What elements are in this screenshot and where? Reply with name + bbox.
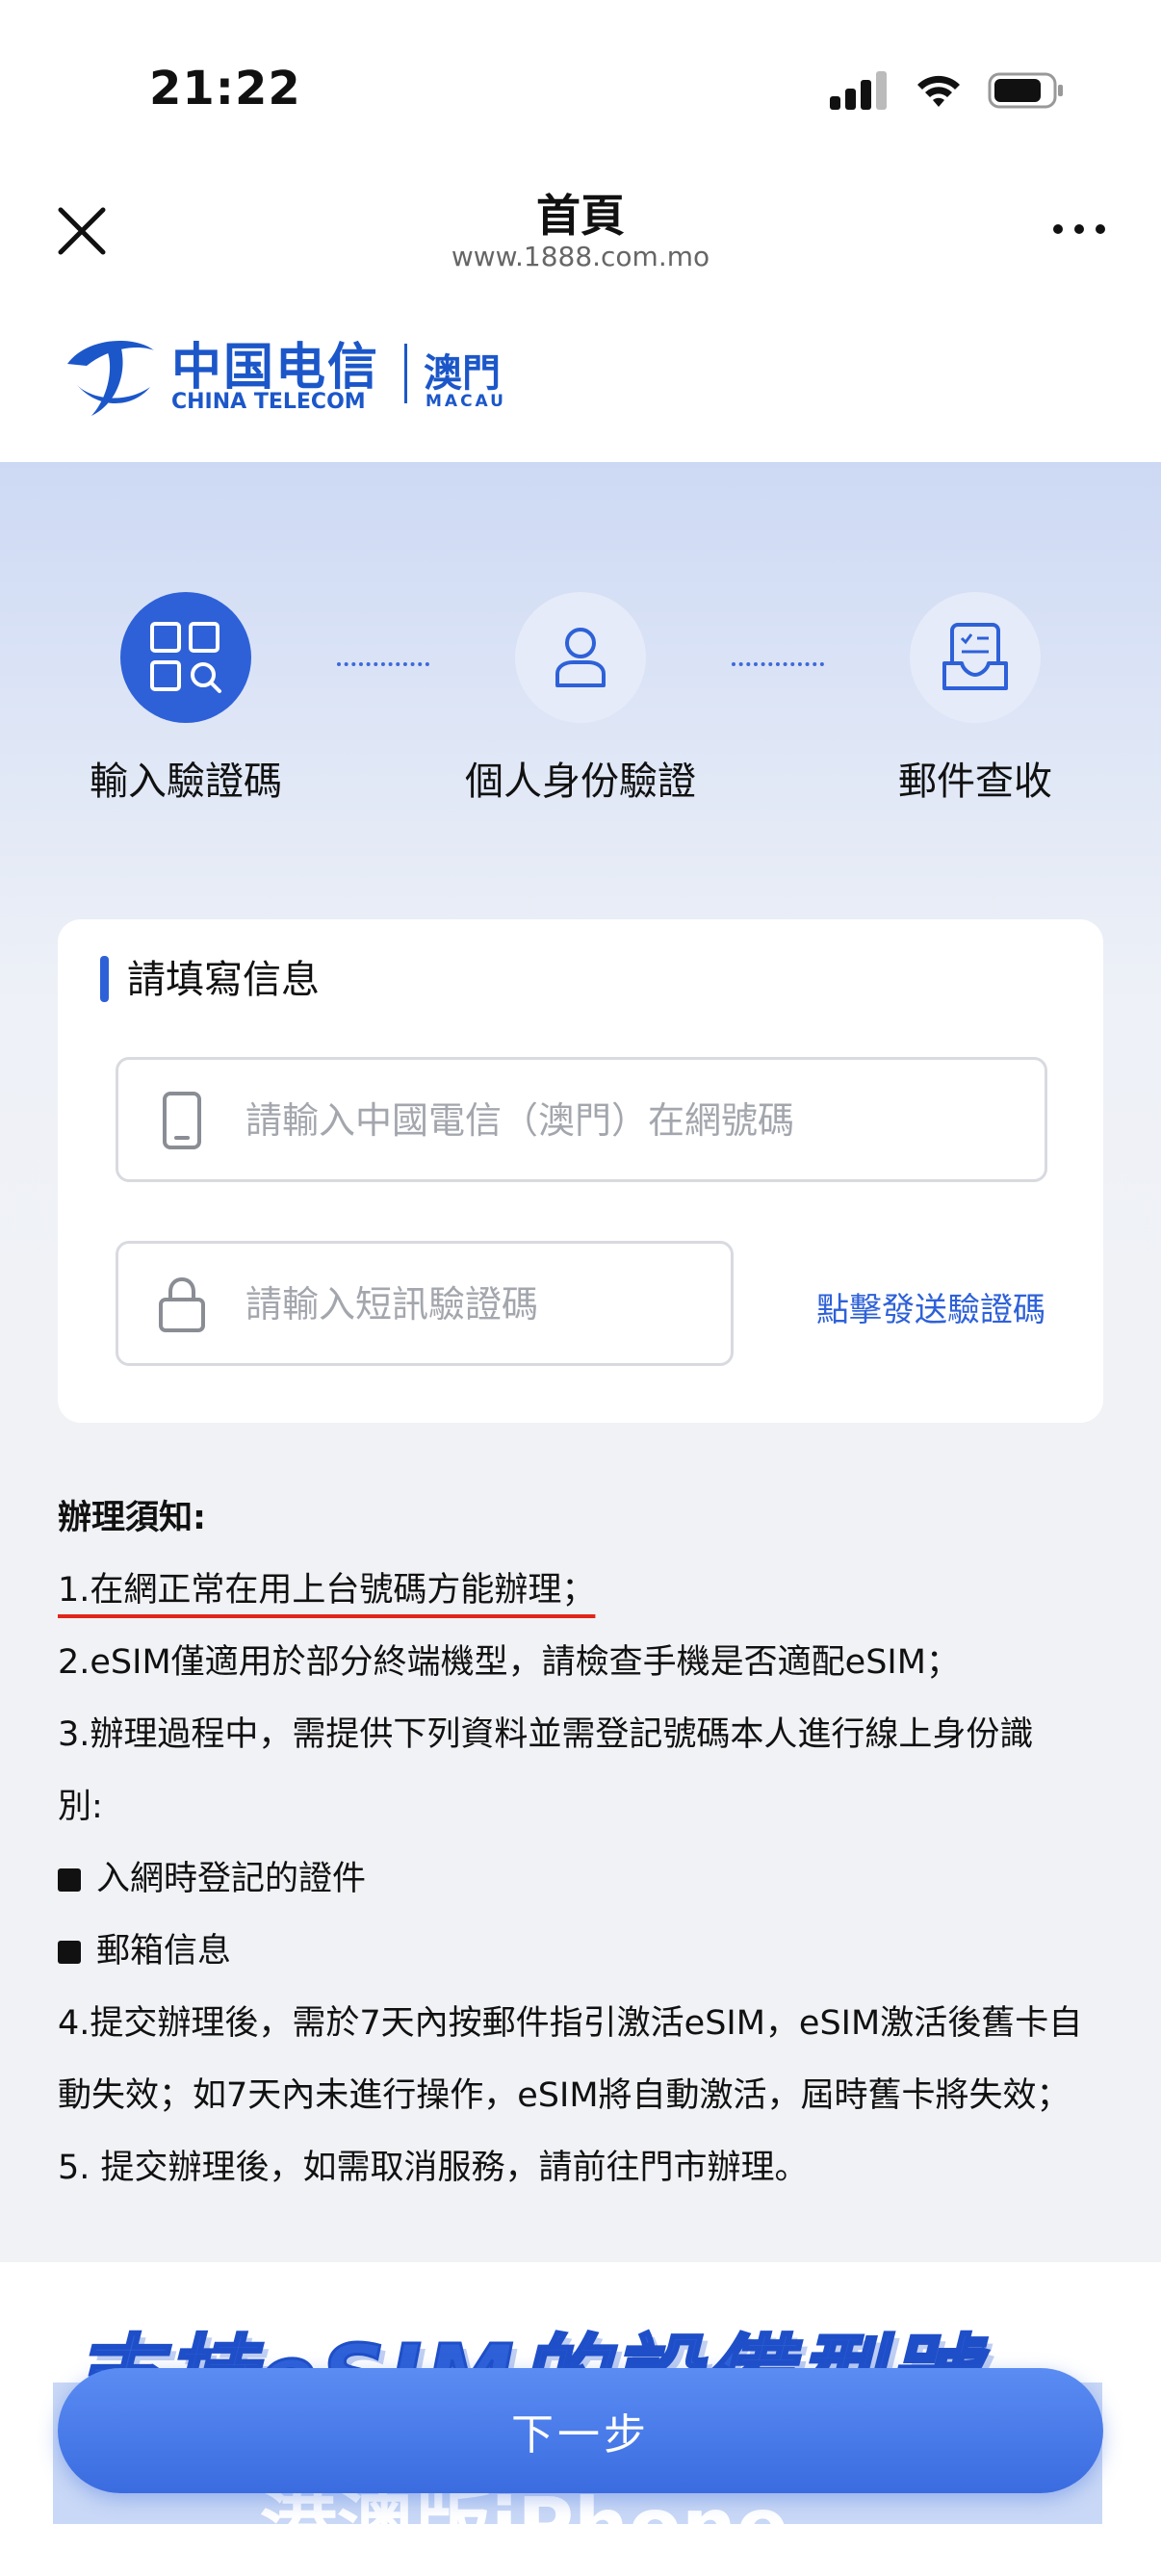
logo-divider [404,344,407,403]
lock-icon [159,1276,205,1332]
step-3-label: 郵件查收 [898,760,1052,804]
notice-item: 別: [58,1788,103,1826]
notice-bullet-text: 郵箱信息 [96,1932,232,1971]
grid-search-icon [150,622,221,693]
step-connector-1 [337,662,429,666]
notice-item-highlight: 1.在網正常在用上台號碼方能辦理； [58,1571,596,1610]
step-1-circle [120,592,251,723]
logo-region-en: MACAU [426,392,506,411]
status-bar: 21:22 [0,0,1161,164]
phone-icon [163,1092,201,1149]
phone-number-field[interactable] [116,1057,1047,1182]
step-2-circle [515,592,646,723]
step-1-label: 輸入驗證碼 [90,760,282,804]
form-title: 請填寫信息 [127,958,320,1002]
notice-item: 動失效；如7天內未進行操作，eSIM將自動激活，屆時舊卡將失效； [58,2076,1071,2115]
section-accent-bar [100,956,109,1002]
notice-item: 5. 提交辦理後，如需取消服務，請前往門市辦理。 [58,2149,809,2187]
sms-code-field[interactable] [116,1241,734,1366]
logo-region-cn: 澳門 [424,351,501,396]
status-time: 21:22 [149,62,301,116]
notice-title: 辦理須知: [58,1499,206,1537]
page-url: www.1888.com.mo [451,241,710,272]
mail-list-icon [942,623,1008,690]
sms-code-input[interactable] [244,1244,710,1365]
wifi-icon [917,75,960,107]
more-options-icon[interactable] [1050,219,1108,239]
notice-item: 1.在網正常在用上台號碼方能辦理； [58,1555,1107,1627]
notice-bullet-item: 入網時登記的證件 [58,1843,1107,1916]
notice-item: 2.eSIM僅適用於部分終端機型，請檢查手機是否適配eSIM； [58,1643,960,1682]
cellular-signal-icon [830,71,887,110]
person-icon [555,628,606,687]
china-telecom-emblem-icon [67,340,154,416]
step-3-circle [910,592,1041,723]
notice-bullet-text: 入網時登記的證件 [96,1860,367,1898]
next-step-button[interactable]: 下一步 [58,2368,1103,2493]
status-icons [830,71,1065,110]
send-code-link[interactable]: 點擊發送驗證碼 [816,1283,1045,1330]
logo-name-cn: 中国电信 [171,339,380,397]
notice-bullet-item: 郵箱信息 [58,1916,1107,1988]
step-identity-verify: 個人身份驗證 [465,592,696,806]
step-connector-2 [732,662,824,666]
step-enter-code: 輸入驗證碼 [70,592,301,806]
step-2-label: 個人身份驗證 [465,760,696,804]
square-bullet-icon [58,1941,81,1964]
notice-item: 4.提交辦理後，需於7天內按郵件指引激活eSIM，eSIM激活後舊卡自 [58,2004,1083,2043]
china-telecom-logo: 中国电信 CHINA TELECOM 澳門 MACAU [58,322,558,428]
phone-number-input[interactable] [244,1060,998,1181]
notice-section: 辦理須知: 1.在網正常在用上台號碼方能辦理； 2.eSIM僅適用於部分終端機型… [58,1482,1107,2204]
info-form-card: 請填寫信息 點擊發送驗證碼 [58,919,1103,1423]
page-title: 首頁 [536,190,625,242]
logo-name-en: CHINA TELECOM [171,390,366,414]
square-bullet-icon [58,1868,81,1892]
notice-item: 3.辦理過程中，需提供下列資料並需登記號碼本人進行線上身份識 [58,1715,1034,1754]
navigation-bar: 首頁 www.1888.com.mo [0,164,1161,308]
step-mail-check: 郵件查收 [860,592,1091,806]
battery-icon [988,72,1063,109]
